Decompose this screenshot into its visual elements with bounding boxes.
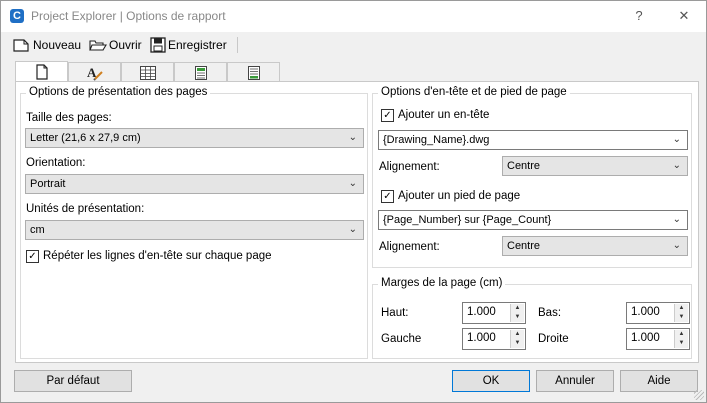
orientation-value: Portrait <box>30 178 66 190</box>
repeat-header-checkbox[interactable]: ✓ <box>26 250 39 263</box>
save-button[interactable]: Enregistrer <box>150 35 227 55</box>
chevron-down-icon: ⌄ <box>672 240 681 251</box>
margin-top-label: Haut: <box>381 307 409 319</box>
add-header-checkbox[interactable]: ✓ <box>381 109 394 122</box>
spin-up-icon[interactable]: ▲ <box>675 330 688 339</box>
units-label: Unités de présentation: <box>26 203 145 215</box>
page-size-select[interactable]: Letter (21,6 x 27,9 cm) ⌄ <box>25 128 364 148</box>
chevron-down-icon: ⌄ <box>672 214 681 225</box>
spreadsheet-icon <box>247 65 260 80</box>
tab-calculator[interactable] <box>174 62 227 82</box>
spin-down-icon[interactable]: ▼ <box>511 313 524 322</box>
header-footer-group: Options d'en-tête et de pied de page ✓ A… <box>372 86 692 268</box>
title-bar: C Project Explorer | Options de rapport … <box>1 1 706 32</box>
new-document-icon <box>13 39 29 52</box>
margin-top-spinner[interactable]: 1.000 ▲ ▼ <box>462 302 526 324</box>
close-button[interactable]: ✕ <box>673 6 695 26</box>
text-format-icon: A <box>87 65 103 81</box>
calculator-icon <box>194 65 207 80</box>
tab-panel: Options de présentation des pages Taille… <box>15 81 699 363</box>
spin-up-icon[interactable]: ▲ <box>511 330 524 339</box>
footer-text-combo[interactable]: {Page_Number} sur {Page_Count} ⌄ <box>378 210 688 230</box>
chevron-down-icon: ⌄ <box>672 160 681 171</box>
open-button[interactable]: Ouvrir <box>89 35 142 55</box>
chevron-down-icon: ⌄ <box>348 224 357 235</box>
orientation-label: Orientation: <box>26 157 86 169</box>
footer-align-select[interactable]: Centre ⌄ <box>502 236 688 256</box>
margins-title: Marges de la page (cm) <box>378 277 506 289</box>
resize-grip[interactable] <box>694 390 704 400</box>
add-footer-label: Ajouter un pied de page <box>398 190 521 202</box>
help-button[interactable]: Aide <box>620 370 698 392</box>
header-text-combo[interactable]: {Drawing_Name}.dwg ⌄ <box>378 130 688 150</box>
open-label: Ouvrir <box>109 38 142 52</box>
help-title-button[interactable]: ? <box>628 6 650 26</box>
units-value: cm <box>30 224 45 236</box>
page-presentation-title: Options de présentation des pages <box>26 86 211 98</box>
window-title: Project Explorer | Options de rapport <box>31 9 226 23</box>
page-size-value: Letter (21,6 x 27,9 cm) <box>30 132 141 144</box>
tab-spreadsheet[interactable] <box>227 62 280 82</box>
margin-left-label: Gauche <box>381 333 422 345</box>
spin-down-icon[interactable]: ▼ <box>675 339 688 348</box>
spin-up-icon[interactable]: ▲ <box>511 304 524 313</box>
header-align-select[interactable]: Centre ⌄ <box>502 156 688 176</box>
tab-text-format[interactable]: A <box>68 62 121 82</box>
spin-down-icon[interactable]: ▼ <box>511 339 524 348</box>
dialog-window: C Project Explorer | Options de rapport … <box>0 0 707 403</box>
header-footer-title: Options d'en-tête et de pied de page <box>378 86 570 98</box>
default-button[interactable]: Par défaut <box>14 370 132 392</box>
margin-right-spinner[interactable]: 1.000 ▲ ▼ <box>626 328 690 350</box>
margin-right-label: Droite <box>538 333 569 345</box>
chevron-down-icon: ⌄ <box>348 132 357 143</box>
orientation-select[interactable]: Portrait ⌄ <box>25 174 364 194</box>
toolbar-separator <box>237 37 238 53</box>
tab-page[interactable] <box>15 61 68 82</box>
app-icon: C <box>10 9 24 23</box>
page-icon <box>35 64 48 80</box>
chevron-down-icon: ⌄ <box>672 134 681 145</box>
new-button[interactable]: Nouveau <box>13 35 81 55</box>
spin-up-icon[interactable]: ▲ <box>675 304 688 313</box>
header-text-value: {Drawing_Name}.dwg <box>383 134 490 146</box>
tab-table[interactable] <box>121 62 174 82</box>
units-select[interactable]: cm ⌄ <box>25 220 364 240</box>
page-presentation-group: Options de présentation des pages Taille… <box>20 86 368 359</box>
margin-left-value: 1.000 <box>467 332 496 344</box>
save-icon <box>150 37 166 53</box>
ok-button[interactable]: OK <box>452 370 530 392</box>
footer-text-value: {Page_Number} sur {Page_Count} <box>383 214 552 226</box>
margin-left-spinner[interactable]: 1.000 ▲ ▼ <box>462 328 526 350</box>
margin-right-value: 1.000 <box>631 332 660 344</box>
cancel-button[interactable]: Annuler <box>536 370 614 392</box>
margin-bottom-label: Bas: <box>538 307 562 319</box>
add-footer-checkbox[interactable]: ✓ <box>381 190 394 203</box>
new-label: Nouveau <box>33 38 82 52</box>
header-align-value: Centre <box>507 160 541 172</box>
margin-bottom-spinner[interactable]: 1.000 ▲ ▼ <box>626 302 690 324</box>
margins-group: Marges de la page (cm) Haut: 1.000 ▲ ▼ Ba… <box>372 277 692 359</box>
table-icon <box>139 65 156 80</box>
save-label: Enregistrer <box>168 38 227 52</box>
chevron-down-icon: ⌄ <box>348 178 357 189</box>
add-header-label: Ajouter un en-tête <box>398 109 490 121</box>
footer-align-label: Alignement: <box>379 241 440 253</box>
page-size-label: Taille des pages: <box>26 112 112 124</box>
footer-align-value: Centre <box>507 240 541 252</box>
open-folder-icon <box>89 40 107 51</box>
repeat-header-label: Répéter les lignes d'en-tête sur chaque … <box>43 250 272 262</box>
margin-bottom-value: 1.000 <box>631 306 660 318</box>
header-align-label: Alignement: <box>379 161 440 173</box>
margin-top-value: 1.000 <box>467 306 496 318</box>
spin-down-icon[interactable]: ▼ <box>675 313 688 322</box>
